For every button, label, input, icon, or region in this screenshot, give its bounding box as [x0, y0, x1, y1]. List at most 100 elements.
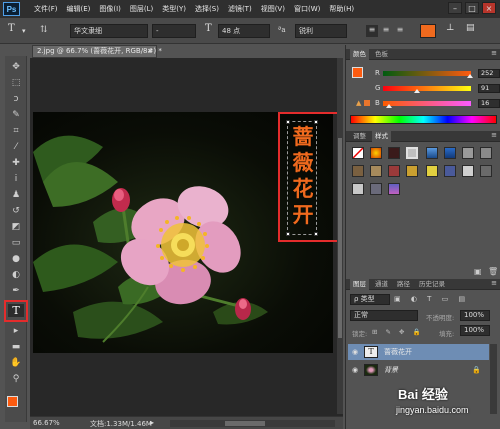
green-slider-thumb[interactable] [414, 89, 420, 93]
align-right-icon[interactable]: ≡ [394, 25, 406, 37]
green-slider-track[interactable] [383, 86, 471, 91]
color-foreground-swatch[interactable] [352, 67, 363, 78]
font-style-select[interactable]: - [152, 24, 196, 38]
tab-color[interactable]: 颜色 [350, 49, 369, 60]
brush-tool-icon[interactable]: ⅰ [8, 172, 24, 185]
history-brush-icon[interactable]: ↺ [8, 204, 24, 217]
blue-slider-track[interactable] [383, 101, 471, 106]
fill-field[interactable]: 100% [460, 325, 490, 336]
minimize-button[interactable]: – [448, 2, 462, 14]
style-swatch[interactable] [370, 165, 382, 177]
red-slider-thumb[interactable] [467, 74, 473, 78]
style-swatch[interactable] [388, 165, 400, 177]
menu-type[interactable]: 类型(Y) [162, 4, 186, 14]
tab-layers[interactable]: 图层 [350, 279, 369, 290]
tab-paths[interactable]: 路径 [394, 279, 413, 290]
panel-menu-icon[interactable]: ≡ [491, 279, 497, 287]
blue-slider-thumb[interactable] [386, 104, 392, 108]
menu-select[interactable]: 选择(S) [195, 4, 219, 14]
close-button[interactable]: × [482, 2, 496, 14]
character-panel-icon[interactable]: ▤ [466, 23, 475, 33]
quick-select-tool-icon[interactable]: ✎ [8, 108, 24, 121]
foreground-color-swatch[interactable] [7, 396, 18, 407]
green-value-field[interactable]: 91 [478, 84, 500, 93]
move-tool-icon[interactable]: ✥ [8, 60, 24, 73]
lock-icons[interactable]: ⊞ ✎ ✥ 🔒 [372, 328, 427, 336]
gamut-color-chip[interactable] [364, 100, 370, 106]
tab-swatches[interactable]: 色板 [372, 49, 391, 60]
clone-stamp-icon[interactable]: ♟ [8, 188, 24, 201]
panel-menu-icon[interactable]: ≡ [491, 49, 497, 57]
dodge-tool-icon[interactable]: ◐ [8, 268, 24, 281]
tab-adjustments[interactable]: 调整 [350, 131, 369, 142]
restore-button[interactable]: □ [465, 2, 479, 14]
lasso-tool-icon[interactable]: ↄ [8, 92, 24, 105]
style-swatch[interactable] [370, 183, 382, 195]
red-slider-track[interactable] [383, 71, 471, 76]
style-swatch[interactable] [480, 165, 492, 177]
font-size-select[interactable]: 48 点 [218, 24, 270, 38]
hand-tool-icon[interactable]: ✋ [8, 356, 24, 369]
type-tool-preset-icon[interactable]: T [8, 23, 15, 34]
style-swatch[interactable] [406, 147, 418, 159]
gamut-warning-icon[interactable]: ▲ [356, 99, 361, 107]
menu-view[interactable]: 视图(V) [261, 4, 285, 14]
eye-icon[interactable]: ◉ [352, 344, 358, 360]
style-swatch[interactable] [426, 147, 438, 159]
panel-menu-icon[interactable]: ≡ [491, 131, 497, 139]
new-style-icon[interactable]: ▣ [474, 267, 482, 276]
scrollbar-thumb[interactable] [225, 421, 265, 426]
layer-filter-select[interactable]: ρ 类型 [350, 294, 390, 305]
pen-tool-icon[interactable]: ✒ [8, 284, 24, 297]
style-swatch[interactable] [480, 147, 492, 159]
style-swatch[interactable] [462, 165, 474, 177]
document-info[interactable]: 文档:1.33M/1.46M [90, 419, 152, 429]
style-swatch[interactable] [370, 147, 382, 159]
menu-file[interactable]: 文件(F) [34, 4, 58, 14]
chevron-right-icon[interactable]: ▸ [150, 418, 154, 427]
healing-brush-icon[interactable]: ✚ [8, 156, 24, 169]
shape-tool-icon[interactable]: ▬ [8, 340, 24, 353]
scrollbar-thumb[interactable] [338, 138, 342, 338]
layer-row-background[interactable]: ◉ 背景 🔒 [348, 362, 489, 378]
document-tab[interactable]: 2.jpg @ 66.7% (蔷薇花开, RGB/8#) * × [32, 45, 162, 58]
zoom-tool-icon[interactable]: ⚲ [8, 372, 24, 385]
eyedropper-tool-icon[interactable]: ⁄ [8, 140, 24, 153]
red-value-field[interactable]: 252 [478, 69, 500, 78]
menu-help[interactable]: 帮助(H) [329, 4, 354, 14]
color-ramp[interactable] [350, 115, 497, 124]
tab-styles[interactable]: 样式 [372, 131, 391, 142]
style-swatch[interactable] [388, 147, 400, 159]
zoom-level[interactable]: 66.67% [33, 419, 60, 427]
close-icon[interactable]: × [147, 46, 153, 57]
style-swatch[interactable] [388, 183, 400, 195]
blur-tool-icon[interactable]: ● [8, 252, 24, 265]
tab-history[interactable]: 历史记录 [416, 279, 448, 290]
menu-layer[interactable]: 图层(L) [130, 4, 153, 14]
style-swatch[interactable] [462, 147, 474, 159]
menu-window[interactable]: 窗口(W) [294, 4, 320, 14]
style-swatch[interactable] [352, 165, 364, 177]
style-none-swatch[interactable] [352, 147, 364, 159]
text-orientation-icon[interactable]: ⇅ [40, 25, 48, 35]
opacity-field[interactable]: 100% [460, 310, 490, 321]
blue-value-field[interactable]: 16 [478, 99, 500, 108]
font-family-select[interactable]: 华文隶细 [70, 24, 148, 38]
style-swatch[interactable] [406, 165, 418, 177]
trash-icon[interactable]: 🗑 [488, 267, 498, 276]
chevron-down-icon[interactable]: ▾ [22, 27, 26, 35]
align-center-icon[interactable]: ≡ [380, 25, 392, 37]
style-swatch[interactable] [426, 165, 438, 177]
tab-channels[interactable]: 通道 [372, 279, 391, 290]
filter-icons[interactable]: ▣ ◐ T ▭ ▤ [394, 295, 494, 304]
menu-edit[interactable]: 编辑(E) [67, 4, 91, 14]
marquee-tool-icon[interactable]: ⬚ [8, 76, 24, 89]
menu-filter[interactable]: 滤镜(T) [228, 4, 252, 14]
vertical-scrollbar[interactable] [337, 58, 343, 414]
layer-name[interactable]: 背景 [384, 362, 398, 378]
gradient-tool-icon[interactable]: ▭ [8, 236, 24, 249]
layer-row-text[interactable]: ◉ T 蔷薇花开 [348, 344, 489, 360]
eye-icon[interactable]: ◉ [352, 362, 358, 378]
warp-text-icon[interactable]: ⊥ [446, 23, 454, 33]
horizontal-scrollbar[interactable] [170, 420, 335, 427]
